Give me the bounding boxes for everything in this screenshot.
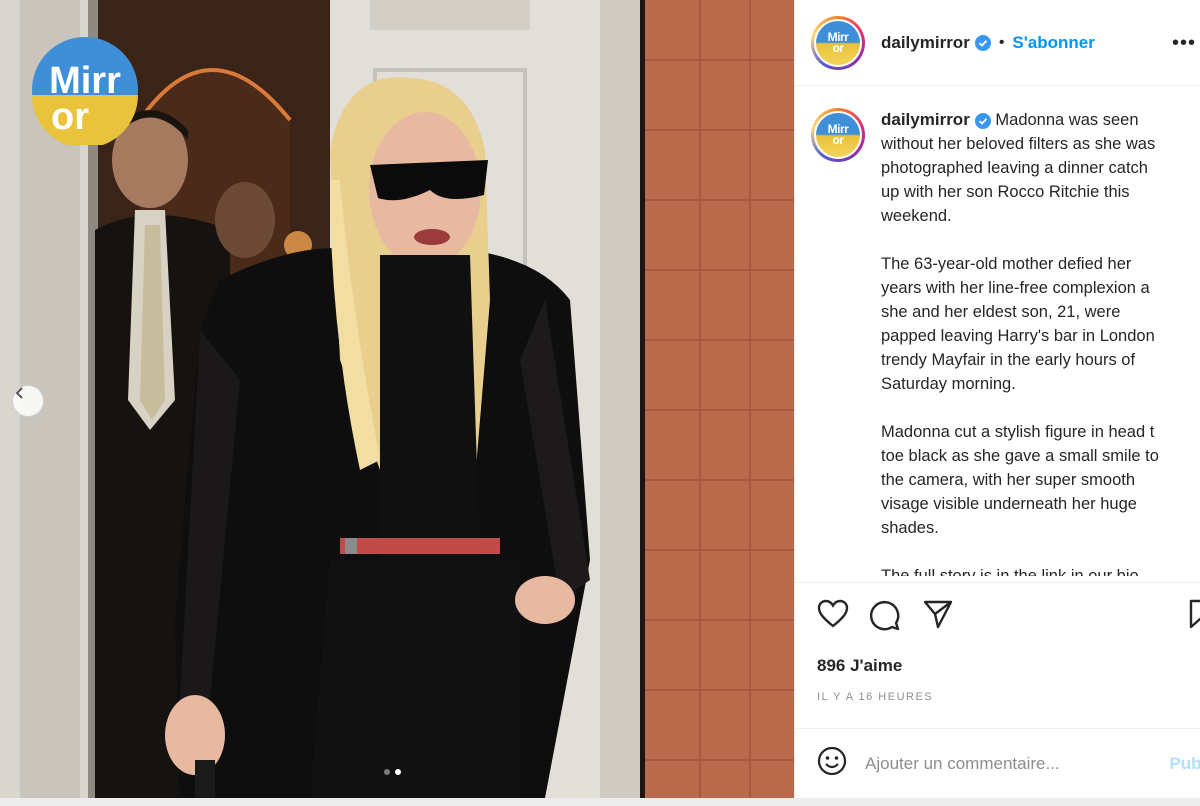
- post-sidebar: Mirr or dailymirror • S'abonner ••• Mirr o…: [794, 0, 1200, 798]
- caption-text: dailymirror Madonna was seen without her…: [881, 108, 1200, 576]
- comment-input[interactable]: [865, 753, 1125, 774]
- carousel-indicator: [384, 769, 401, 775]
- caption-line: papped leaving Harry's bar in London: [881, 327, 1155, 345]
- verified-badge-icon: [974, 112, 991, 129]
- caption-line: Madonna cut a stylish figure in head t: [881, 423, 1155, 441]
- action-bar: [795, 583, 1200, 653]
- caption-line: weekend.: [881, 207, 952, 225]
- caption-line: without her beloved filters as she was: [881, 135, 1156, 153]
- carousel-dot: [384, 769, 390, 775]
- caption-line: years with her line-free complexion a: [881, 279, 1150, 297]
- caption-line: photographed leaving a dinner catch: [881, 159, 1148, 177]
- comment-bar: Publi: [795, 728, 1200, 798]
- caption-line: toe black as she gave a small smile to: [881, 447, 1159, 465]
- comment-icon[interactable]: [869, 599, 901, 636]
- mirror-logo-icon: Mirr or: [816, 113, 860, 157]
- caption-section: Mirr or dailymirror Madonna was seen with…: [795, 86, 1200, 583]
- more-options-icon[interactable]: •••: [1172, 32, 1196, 55]
- caption-line: Saturday morning.: [881, 375, 1016, 393]
- chevron-left-icon: [15, 387, 23, 399]
- caption-cut-line: The full story is in the link in our bio: [881, 567, 1139, 576]
- follow-button[interactable]: S'abonner: [1012, 33, 1094, 53]
- watermark-bottom-text: or: [51, 96, 89, 138]
- carousel-prev-button[interactable]: [12, 385, 44, 417]
- emoji-icon[interactable]: [817, 746, 847, 781]
- caption-line: The 63-year-old mother defied her: [881, 255, 1132, 273]
- heart-icon[interactable]: [817, 599, 849, 634]
- likes-count[interactable]: 896 J'aime: [817, 656, 902, 676]
- carousel-dot-active: [395, 769, 401, 775]
- caption-line: trendy Mayfair in the early hours of: [881, 351, 1136, 369]
- caption-line: up with her son Rocco Ritchie this: [881, 183, 1130, 201]
- verified-badge-icon: [974, 34, 991, 51]
- post-photo[interactable]: Mirr or: [0, 0, 794, 798]
- mirror-watermark-logo: Mirr or: [32, 37, 138, 145]
- caption-line: Madonna was seen: [995, 111, 1139, 129]
- header-separator: •: [998, 33, 1005, 51]
- bookmark-icon[interactable]: [1189, 599, 1200, 634]
- caption-line: the camera, with her super smooth: [881, 471, 1136, 489]
- post-header: Mirr or dailymirror • S'abonner •••: [795, 0, 1200, 86]
- caption-line: visage visible underneath her huge: [881, 495, 1137, 513]
- post-timestamp: IL Y A 16 HEURES: [817, 691, 934, 703]
- caption-paragraph: Madonna cut a stylish figure in head t t…: [881, 420, 1200, 540]
- caption-paragraph: The 63-year-old mother defied her years …: [881, 252, 1200, 396]
- caption-line: she and her eldest son, 21, were: [881, 303, 1121, 321]
- bottom-border: [0, 798, 1200, 806]
- caption-line: shades.: [881, 519, 939, 537]
- caption-username[interactable]: dailymirror: [881, 110, 970, 129]
- account-avatar[interactable]: Mirr or: [811, 15, 865, 70]
- caption-avatar[interactable]: Mirr or: [811, 108, 865, 162]
- mirror-logo-icon: Mirr or: [816, 20, 860, 65]
- account-username[interactable]: dailymirror: [881, 33, 970, 53]
- publish-button[interactable]: Publi: [1169, 754, 1200, 774]
- share-icon[interactable]: [923, 599, 953, 634]
